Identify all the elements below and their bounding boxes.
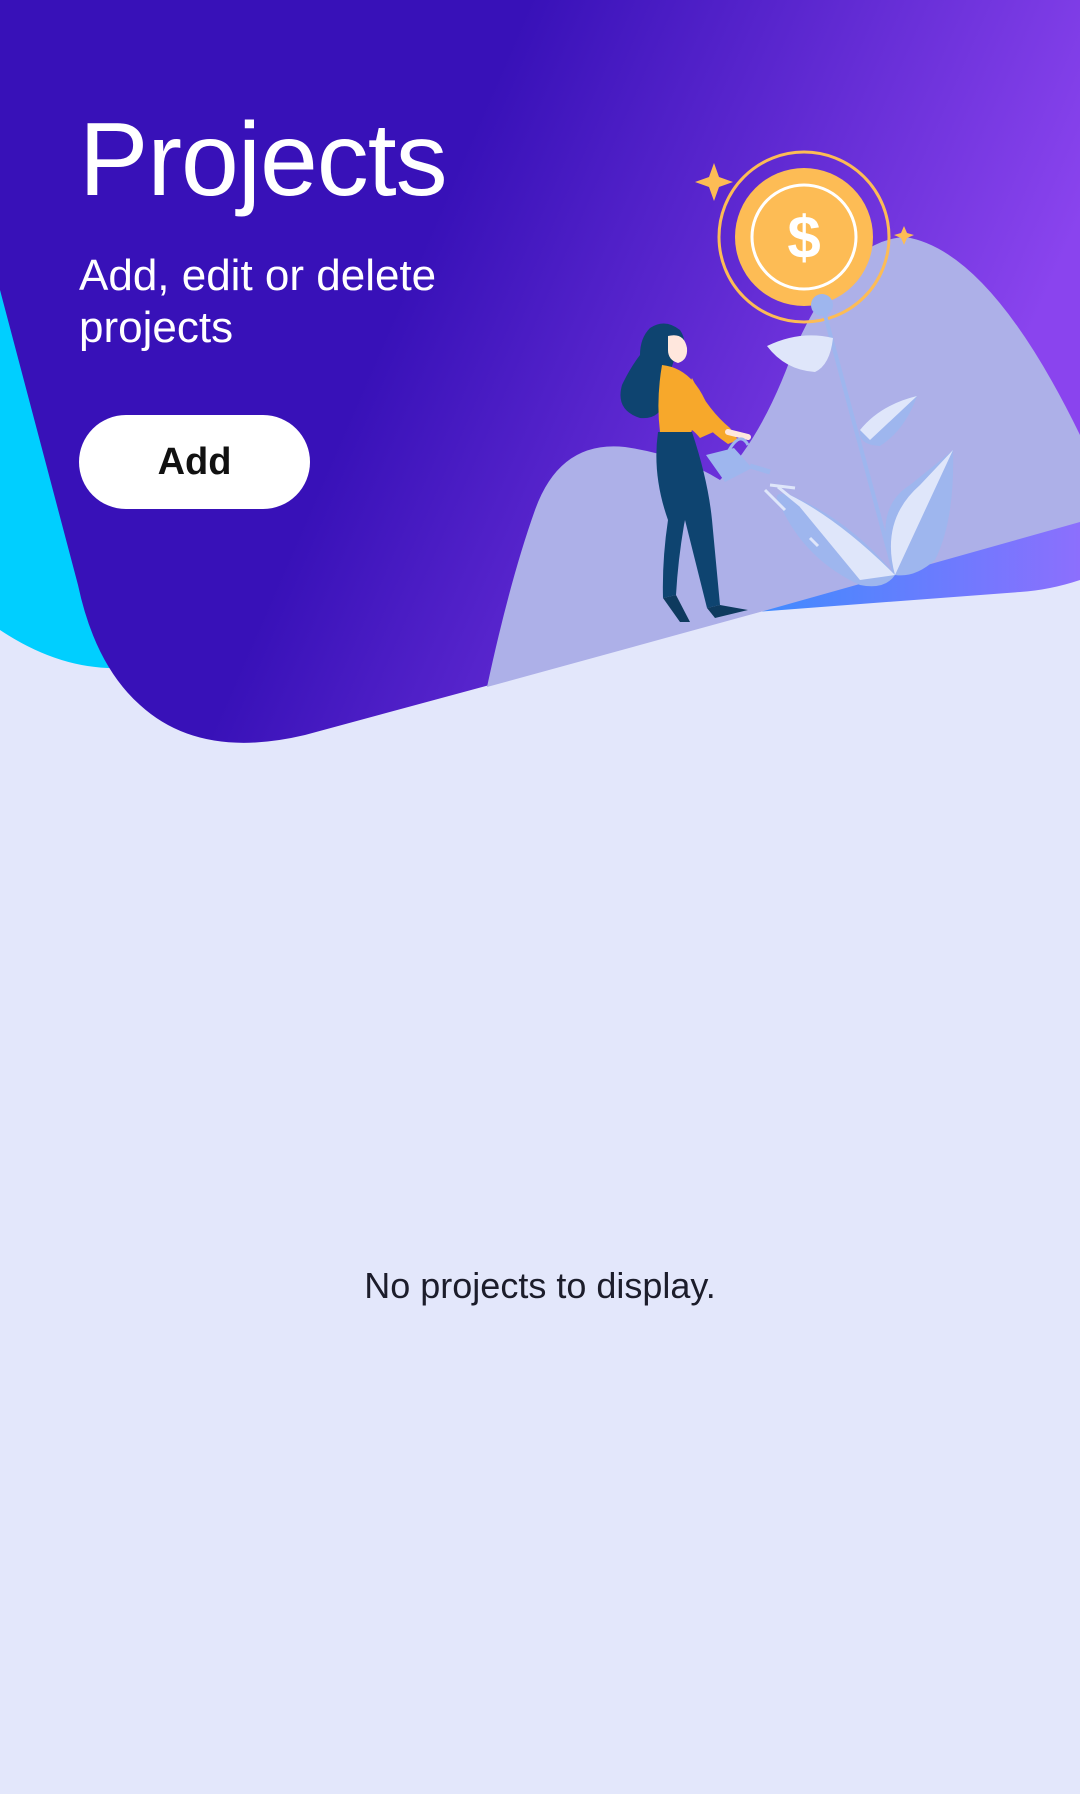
empty-state-message: No projects to display.	[364, 1265, 716, 1306]
add-project-button[interactable]: Add	[79, 415, 310, 509]
page-subtitle: Add, edit or delete projects	[79, 251, 437, 352]
page-title: Projects	[79, 102, 448, 218]
coin-icon: $	[717, 150, 891, 324]
svg-text:$: $	[787, 204, 820, 271]
page-header: Projects Add, edit or delete projects	[79, 100, 579, 354]
